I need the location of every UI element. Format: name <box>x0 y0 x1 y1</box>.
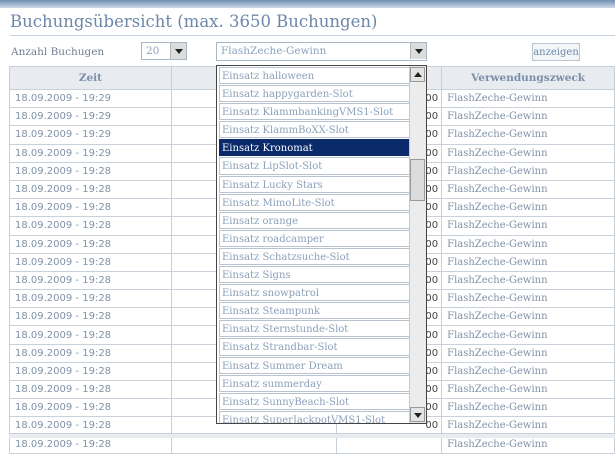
purpose-cell: FlashZeche-Gewinn <box>441 398 615 418</box>
category-select[interactable]: FlashZeche-Gewinn <box>216 42 427 61</box>
scroll-down-arrow-icon[interactable] <box>410 407 425 422</box>
time-cell: 18.09.2009 - 19:28 <box>9 379 172 400</box>
page-title: Buchungsübersicht (max. 3650 Buchungen) <box>10 12 378 31</box>
purpose-cell: FlashZeche-Gewinn <box>441 343 615 363</box>
time-cell: 18.09.2009 - 19:28 <box>9 289 172 309</box>
purpose-cell: FlashZeche-Gewinn <box>441 161 615 181</box>
dropdown-option[interactable]: Einsatz Lucky Stars <box>219 175 410 193</box>
purpose-cell: FlashZeche-Gewinn <box>441 234 615 254</box>
purpose-cell: FlashZeche-Gewinn <box>441 143 615 163</box>
purpose-cell: FlashZeche-Gewinn <box>441 216 615 236</box>
category-dropdown-list[interactable]: Einsatz halloween Einsatz happygarden-Slo… <box>216 65 427 424</box>
dropdown-option[interactable]: Einsatz LipSlot-Slot <box>219 157 410 175</box>
count-select-value: 20 <box>146 45 160 57</box>
time-cell: 18.09.2009 - 19:28 <box>9 234 172 254</box>
time-cell: 18.09.2009 - 19:28 <box>9 198 172 218</box>
time-cell: 18.09.2009 - 19:29 <box>9 107 172 127</box>
dropdown-scrollbar[interactable] <box>409 66 426 423</box>
dropdown-option[interactable]: Einsatz Strandbar-Slot <box>219 338 410 356</box>
horizontal-scrollbar[interactable] <box>9 433 615 438</box>
time-cell: 18.09.2009 - 19:28 <box>9 161 172 181</box>
time-cell: 18.09.2009 - 19:28 <box>9 252 172 272</box>
purpose-cell: FlashZeche-Gewinn <box>441 361 615 382</box>
dropdown-option[interactable]: Einsatz Kronomat <box>219 139 410 157</box>
purpose-cell: FlashZeche-Gewinn <box>441 125 615 145</box>
dropdown-option[interactable]: Einsatz Summer Dream <box>219 356 410 374</box>
time-cell: 18.09.2009 - 19:28 <box>9 307 172 327</box>
category-select-value: FlashZeche-Gewinn <box>221 45 327 57</box>
time-cell: 18.09.2009 - 19:29 <box>9 88 172 109</box>
dropdown-option[interactable]: Einsatz roadcamper <box>219 229 410 247</box>
dropdown-option[interactable]: Einsatz Signs <box>219 266 410 284</box>
count-select[interactable]: 20 <box>141 42 187 60</box>
time-cell: 18.09.2009 - 19:28 <box>9 270 172 291</box>
purpose-cell: FlashZeche-Gewinn <box>441 325 615 345</box>
scroll-thumb[interactable] <box>410 159 425 201</box>
purpose-cell: FlashZeche-Gewinn <box>441 379 615 400</box>
time-cell: 18.09.2009 - 19:28 <box>9 179 172 200</box>
time-cell: 18.09.2009 - 19:28 <box>9 325 172 345</box>
column-header-time[interactable]: Zeit <box>9 66 172 90</box>
time-cell: 18.09.2009 - 19:28 <box>9 398 172 418</box>
dropdown-option[interactable]: Einsatz SuperJackpotVMS1-Slot <box>219 410 410 423</box>
dropdown-option[interactable]: Einsatz halloween <box>219 67 410 85</box>
chevron-down-icon[interactable] <box>170 43 186 59</box>
dropdown-option[interactable]: Einsatz Sternstunde-Slot <box>219 320 410 338</box>
chevron-down-icon[interactable] <box>410 43 426 59</box>
dropdown-option[interactable]: Einsatz MimoLite-Slot <box>219 193 410 211</box>
time-cell: 18.09.2009 - 19:29 <box>9 143 172 163</box>
dropdown-option[interactable]: Einsatz Schatzsuche-Slot <box>219 247 410 266</box>
dropdown-option[interactable]: Einsatz KlammbankingVMS1-Slot <box>219 103 410 121</box>
dropdown-option[interactable]: Einsatz summerday <box>219 374 410 392</box>
purpose-cell: FlashZeche-Gewinn <box>441 179 615 200</box>
purpose-cell: FlashZeche-Gewinn <box>441 307 615 327</box>
purpose-cell: FlashZeche-Gewinn <box>441 88 615 109</box>
dropdown-option[interactable]: Einsatz Steampunk <box>219 302 410 320</box>
scroll-up-arrow-icon[interactable] <box>410 67 425 82</box>
purpose-cell: FlashZeche-Gewinn <box>441 289 615 309</box>
title-divider <box>10 35 615 36</box>
time-cell: 18.09.2009 - 19:29 <box>9 125 172 145</box>
time-cell: 18.09.2009 - 19:28 <box>9 216 172 236</box>
time-cell: 18.09.2009 - 19:28 <box>9 361 172 382</box>
top-banner <box>0 0 615 8</box>
dropdown-option[interactable]: Einsatz KlammBoXX-Slot <box>219 121 410 139</box>
count-label: Anzahl Buchugen <box>11 46 105 58</box>
dropdown-option[interactable]: Einsatz orange <box>219 211 410 229</box>
purpose-cell: FlashZeche-Gewinn <box>441 198 615 218</box>
dropdown-option[interactable]: Einsatz snowpatrol <box>219 284 410 302</box>
column-header-purpose[interactable]: Verwendungszweck <box>441 66 615 90</box>
dropdown-option[interactable]: Einsatz SunnyBeach-Slot <box>219 392 410 410</box>
purpose-cell: FlashZeche-Gewinn <box>441 252 615 272</box>
dropdown-option[interactable]: Einsatz happygarden-Slot <box>219 85 410 103</box>
show-button[interactable]: anzeigen <box>532 43 580 61</box>
purpose-cell: FlashZeche-Gewinn <box>441 270 615 291</box>
purpose-cell: FlashZeche-Gewinn <box>441 107 615 127</box>
time-cell: 18.09.2009 - 19:28 <box>9 343 172 363</box>
